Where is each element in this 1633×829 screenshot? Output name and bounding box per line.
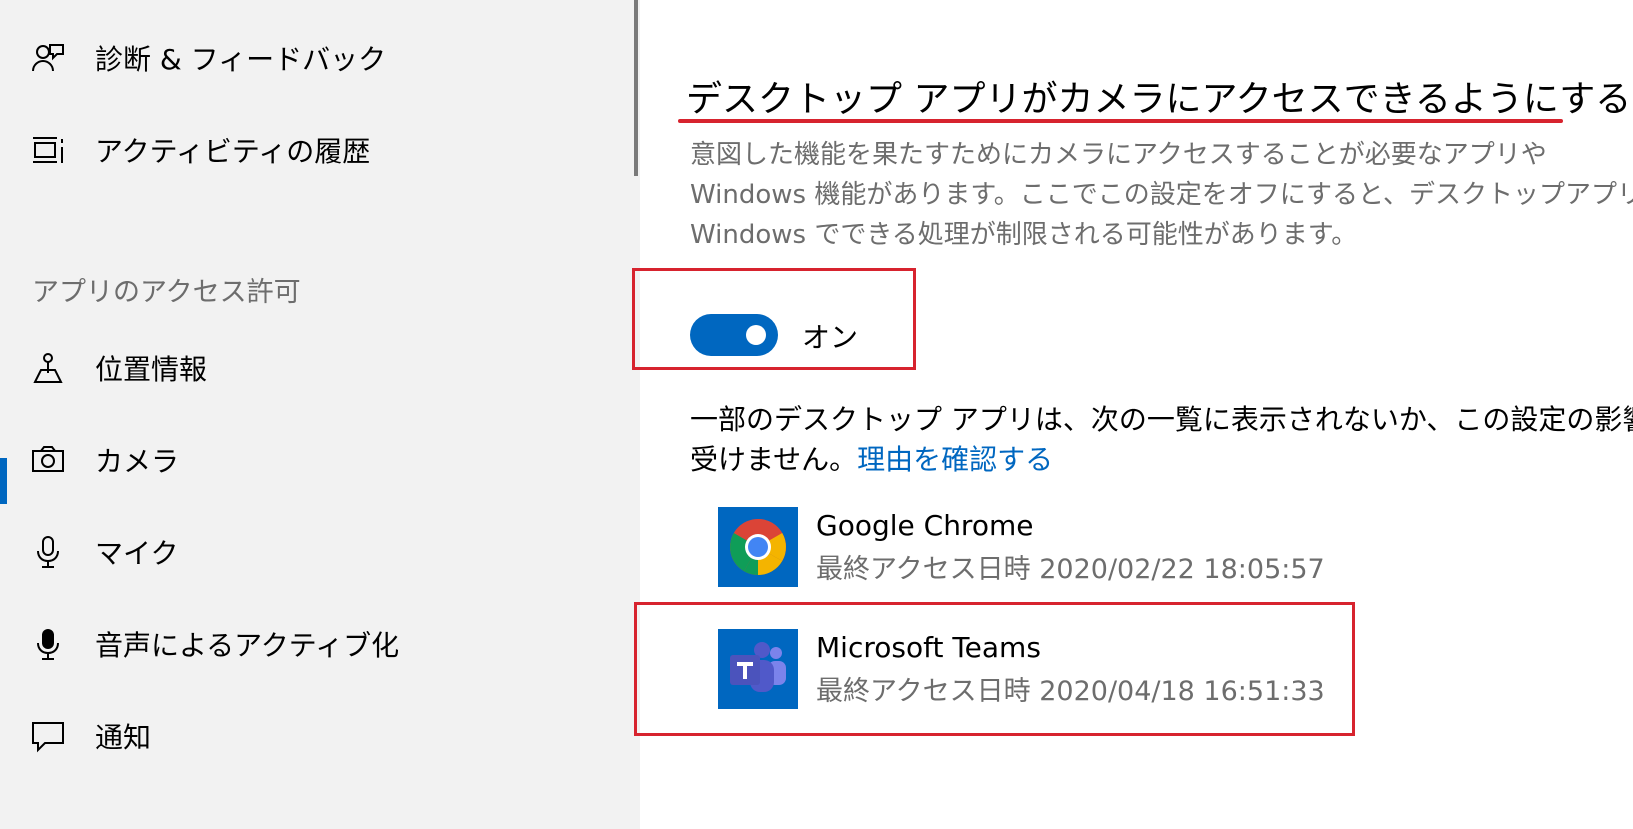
app-last-access: 最終アクセス日時 2020/04/18 16:51:33 [816,676,1325,707]
app-last-access: 最終アクセス日時 2020/02/22 18:05:57 [816,554,1325,585]
sidebar-scrollbar[interactable] [634,0,638,176]
notification-icon [30,718,66,754]
sidebar-item-camera[interactable]: カメラ [0,430,630,490]
description-line: Windows 機能があります。ここでこの設定をオフにすると、デスクトップアプリ… [690,180,1633,210]
page-title: デスクトップ アプリがカメラにアクセスできるようにする [686,79,1632,120]
app-name: Microsoft Teams [816,631,1041,664]
app-list-item-teams: Microsoft Teams 最終アクセス日時 2020/04/18 16:5… [718,629,1368,709]
sidebar-item-label: 音声によるアクティブ化 [95,629,400,662]
sidebar-item-voice-activation[interactable]: 音声によるアクティブ化 [0,614,630,674]
title-highlight-underline [678,119,1563,123]
voice-activation-icon [30,626,66,662]
sidebar-item-activity-history[interactable]: アクティビティの履歴 [0,120,630,180]
teams-icon [718,629,798,709]
sidebar-item-label: カメラ [95,445,180,478]
section-heading-app-permissions: アプリのアクセス許可 [32,277,301,308]
app-list-item-chrome: Google Chrome 最終アクセス日時 2020/02/22 18:05:… [718,507,1368,587]
toggle-knob [746,325,766,345]
sidebar-item-notifications[interactable]: 通知 [0,706,630,766]
description-line: Windows でできる処理が制限される可能性があります。 [690,220,1358,250]
main-content: デスクトップ アプリがカメラにアクセスできるようにする 意図した機能を果たすため… [632,0,1633,829]
description-line: 意図した機能を果たすためにカメラにアクセスすることが必要なアプリや [690,140,1547,170]
location-icon [30,350,66,386]
sidebar-item-feedback[interactable]: 診断 & フィードバック [0,28,630,88]
microphone-icon [30,534,66,570]
toggle-state-label: オン [802,321,859,354]
sidebar-item-label: アクティビティの履歴 [95,135,371,168]
app-name: Google Chrome [816,509,1034,542]
learn-why-link[interactable]: 理由を確認する [857,443,1053,476]
sidebar-item-label: 診断 & フィードバック [95,43,387,76]
note-line: 一部のデスクトップ アプリは、次の一覧に表示されないか、この設定の影響を [690,403,1633,436]
sidebar-item-microphone[interactable]: マイク [0,522,630,582]
sidebar-item-location[interactable]: 位置情報 [0,338,630,398]
note-line: 受けません。 [690,443,858,476]
feedback-icon [30,40,66,76]
chrome-icon [718,507,798,587]
sidebar: 診断 & フィードバック アクティビティの履歴 アプリのアクセス許可 位置情報 [0,0,640,829]
camera-access-toggle[interactable] [690,314,778,356]
sidebar-item-label: 位置情報 [95,353,208,386]
note: 一部のデスクトップ アプリは、次の一覧に表示されないか、この設定の影響を 受けま… [690,400,1633,480]
sidebar-item-label: マイク [95,537,179,570]
timeline-icon [30,132,66,168]
sidebar-item-label: 通知 [95,721,152,754]
description: 意図した機能を果たすためにカメラにアクセスすることが必要なアプリや Window… [690,135,1633,255]
camera-icon [30,442,66,478]
toggle-highlight-box [632,268,916,370]
